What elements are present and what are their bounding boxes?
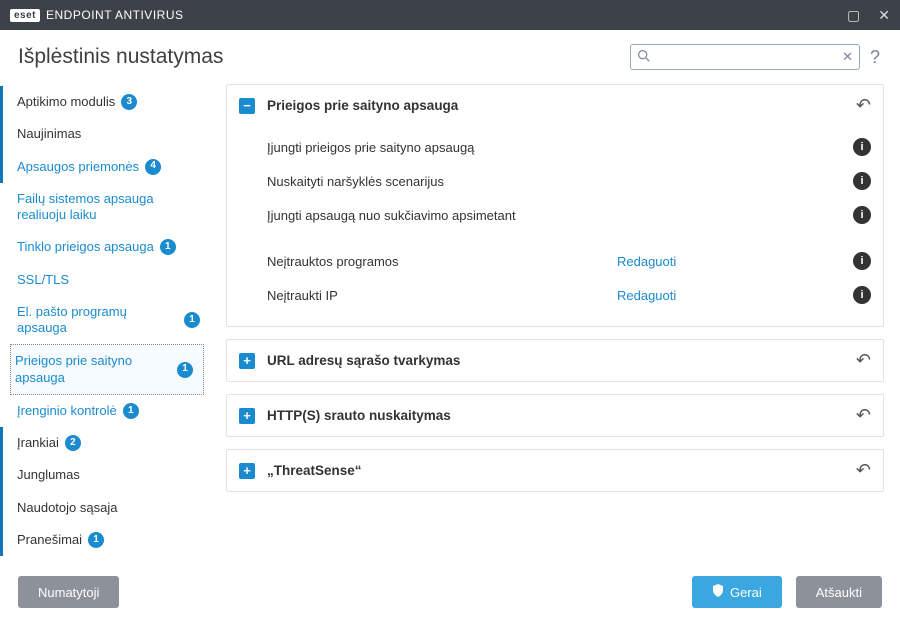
row-enable-web: Įjungti prieigos prie saityno apsaugą i (267, 130, 871, 164)
sidebar-item-webaccess[interactable]: Prieigos prie saityno apsauga 1 (10, 344, 204, 395)
panel-body-main: Įjungti prieigos prie saityno apsaugą i … (227, 126, 883, 326)
panel-head-https[interactable]: + HTTP(S) srauto nuskaitymas ↶ (227, 395, 883, 436)
sidebar-item-email[interactable]: El. pašto programų apsauga 1 (0, 296, 210, 345)
sidebar-item-label: Naujinimas (17, 126, 81, 142)
sidebar-item-label: Aptikimo modulis (17, 94, 115, 110)
edit-link[interactable]: Redaguoti (617, 254, 676, 269)
undo-icon[interactable]: ↶ (856, 95, 871, 116)
row-label: Neįtraukti IP (267, 288, 617, 303)
panel-head-threatsense[interactable]: + „ThreatSense“ ↶ (227, 450, 883, 491)
brand-product: ENDPOINT ANTIVIRUS (46, 8, 183, 22)
row-label: Neįtrauktos programos (267, 254, 617, 269)
sidebar-badge: 1 (88, 532, 104, 548)
row-excluded-apps: Neįtrauktos programos Redaguoti i (267, 244, 871, 278)
sidebar-item-network[interactable]: Tinklo prieigos apsauga 1 (0, 231, 210, 263)
sidebar-badge: 1 (184, 312, 200, 328)
sidebar-item-label: Failų sistemos apsauga realiuoju laiku (17, 191, 200, 224)
collapse-icon[interactable]: − (239, 98, 255, 114)
titlebar: eset ENDPOINT ANTIVIRUS ▢ ✕ (0, 0, 900, 30)
brand-eset: eset (10, 9, 40, 22)
panel-title: HTTP(S) srauto nuskaitymas (267, 408, 451, 423)
sidebar-badge: 1 (123, 403, 139, 419)
sidebar-item-label: Apsaugos priemonės (17, 159, 139, 175)
undo-icon[interactable]: ↶ (856, 350, 871, 371)
panel-main: − Prieigos prie saityno apsauga ↶ Įjungt… (226, 84, 884, 327)
expand-icon[interactable]: + (239, 353, 255, 369)
sidebar-item-label: Tinklo prieigos apsauga (17, 239, 154, 255)
defaults-button[interactable]: Numatytoji (18, 576, 119, 608)
window-maximize-icon[interactable]: ▢ (847, 7, 860, 24)
page-title: Išplėstinis nustatymas (18, 45, 223, 69)
panel-title: URL adresų sąrašo tvarkymas (267, 353, 460, 368)
header: Išplėstinis nustatymas ✕ ? (0, 30, 900, 80)
sidebar-item-protections[interactable]: Apsaugos priemonės 4 (0, 151, 210, 183)
help-icon[interactable]: ? (870, 47, 880, 68)
sidebar-item-label: Įrankiai (17, 435, 59, 451)
clear-icon[interactable]: ✕ (842, 49, 853, 65)
brand: eset ENDPOINT ANTIVIRUS (10, 8, 183, 22)
row-label: Įjungti apsaugą nuo sukčiavimo apsimetan… (267, 208, 617, 223)
sidebar-item-ssltls[interactable]: SSL/TLS (0, 264, 210, 296)
sidebar-item-label: El. pašto programų apsauga (17, 304, 178, 337)
shield-icon (712, 584, 724, 600)
expand-icon[interactable]: + (239, 463, 255, 479)
sidebar-badge: 3 (121, 94, 137, 110)
sidebar-item-tools[interactable]: Įrankiai 2 (0, 427, 210, 459)
panel-https: + HTTP(S) srauto nuskaitymas ↶ (226, 394, 884, 437)
ok-button[interactable]: Gerai (692, 576, 782, 608)
row-scan-scripts: Nuskaityti naršyklės scenarijus i (267, 164, 871, 198)
info-icon[interactable]: i (853, 286, 871, 304)
sidebar-item-realtime[interactable]: Failų sistemos apsauga realiuoju laiku (0, 183, 210, 232)
search-input[interactable] (656, 50, 836, 65)
content: − Prieigos prie saityno apsauga ↶ Įjungt… (210, 80, 900, 594)
info-icon[interactable]: i (853, 206, 871, 224)
sidebar-item-device[interactable]: Įrenginio kontrolė 1 (0, 395, 210, 427)
search-icon (637, 49, 650, 65)
sidebar-badge: 2 (65, 435, 81, 451)
row-antiphishing: Įjungti apsaugą nuo sukčiavimo apsimetan… (267, 198, 871, 232)
sidebar-item-label: Įrenginio kontrolė (17, 403, 117, 419)
panel-title: „ThreatSense“ (267, 463, 362, 478)
window-close-icon[interactable]: ✕ (878, 7, 890, 24)
undo-icon[interactable]: ↶ (856, 460, 871, 481)
sidebar-item-label: SSL/TLS (17, 272, 69, 288)
info-icon[interactable]: i (853, 138, 871, 156)
row-excluded-ip: Neįtraukti IP Redaguoti i (267, 278, 871, 312)
ok-label: Gerai (730, 585, 762, 600)
search-wrap: ✕ ? (630, 44, 880, 70)
sidebar-item-label: Junglumas (17, 467, 80, 483)
sidebar-item-detection[interactable]: Aptikimo modulis 3 (0, 86, 210, 118)
info-icon[interactable]: i (853, 172, 871, 190)
sidebar-item-connectivity[interactable]: Junglumas (0, 459, 210, 491)
sidebar: Aptikimo modulis 3 Naujinimas Apsaugos p… (0, 80, 210, 594)
cancel-button[interactable]: Atšaukti (796, 576, 882, 608)
row-label: Nuskaityti naršyklės scenarijus (267, 174, 617, 189)
panel-url-mgmt: + URL adresų sąrašo tvarkymas ↶ (226, 339, 884, 382)
panel-head-main[interactable]: − Prieigos prie saityno apsauga ↶ (227, 85, 883, 126)
panel-threatsense: + „ThreatSense“ ↶ (226, 449, 884, 492)
edit-link[interactable]: Redaguoti (617, 288, 676, 303)
sidebar-badge: 1 (177, 362, 193, 378)
expand-icon[interactable]: + (239, 408, 255, 424)
panel-title: Prieigos prie saityno apsauga (267, 98, 458, 113)
row-label: Įjungti prieigos prie saityno apsaugą (267, 140, 617, 155)
window-controls: ▢ ✕ (847, 7, 890, 24)
undo-icon[interactable]: ↶ (856, 405, 871, 426)
footer: Numatytoji Gerai Atšaukti (0, 564, 900, 620)
sidebar-item-label: Prieigos prie saityno apsauga (15, 353, 171, 386)
sidebar-badge: 1 (160, 239, 176, 255)
sidebar-item-notifications[interactable]: Pranešimai 1 (0, 524, 210, 556)
search-box[interactable]: ✕ (630, 44, 860, 70)
sidebar-item-update[interactable]: Naujinimas (0, 118, 210, 150)
info-icon[interactable]: i (853, 252, 871, 270)
sidebar-item-ui[interactable]: Naudotojo sąsaja (0, 492, 210, 524)
sidebar-item-label: Pranešimai (17, 532, 82, 548)
panel-head-url[interactable]: + URL adresų sąrašo tvarkymas ↶ (227, 340, 883, 381)
sidebar-item-label: Naudotojo sąsaja (17, 500, 117, 516)
sidebar-badge: 4 (145, 159, 161, 175)
